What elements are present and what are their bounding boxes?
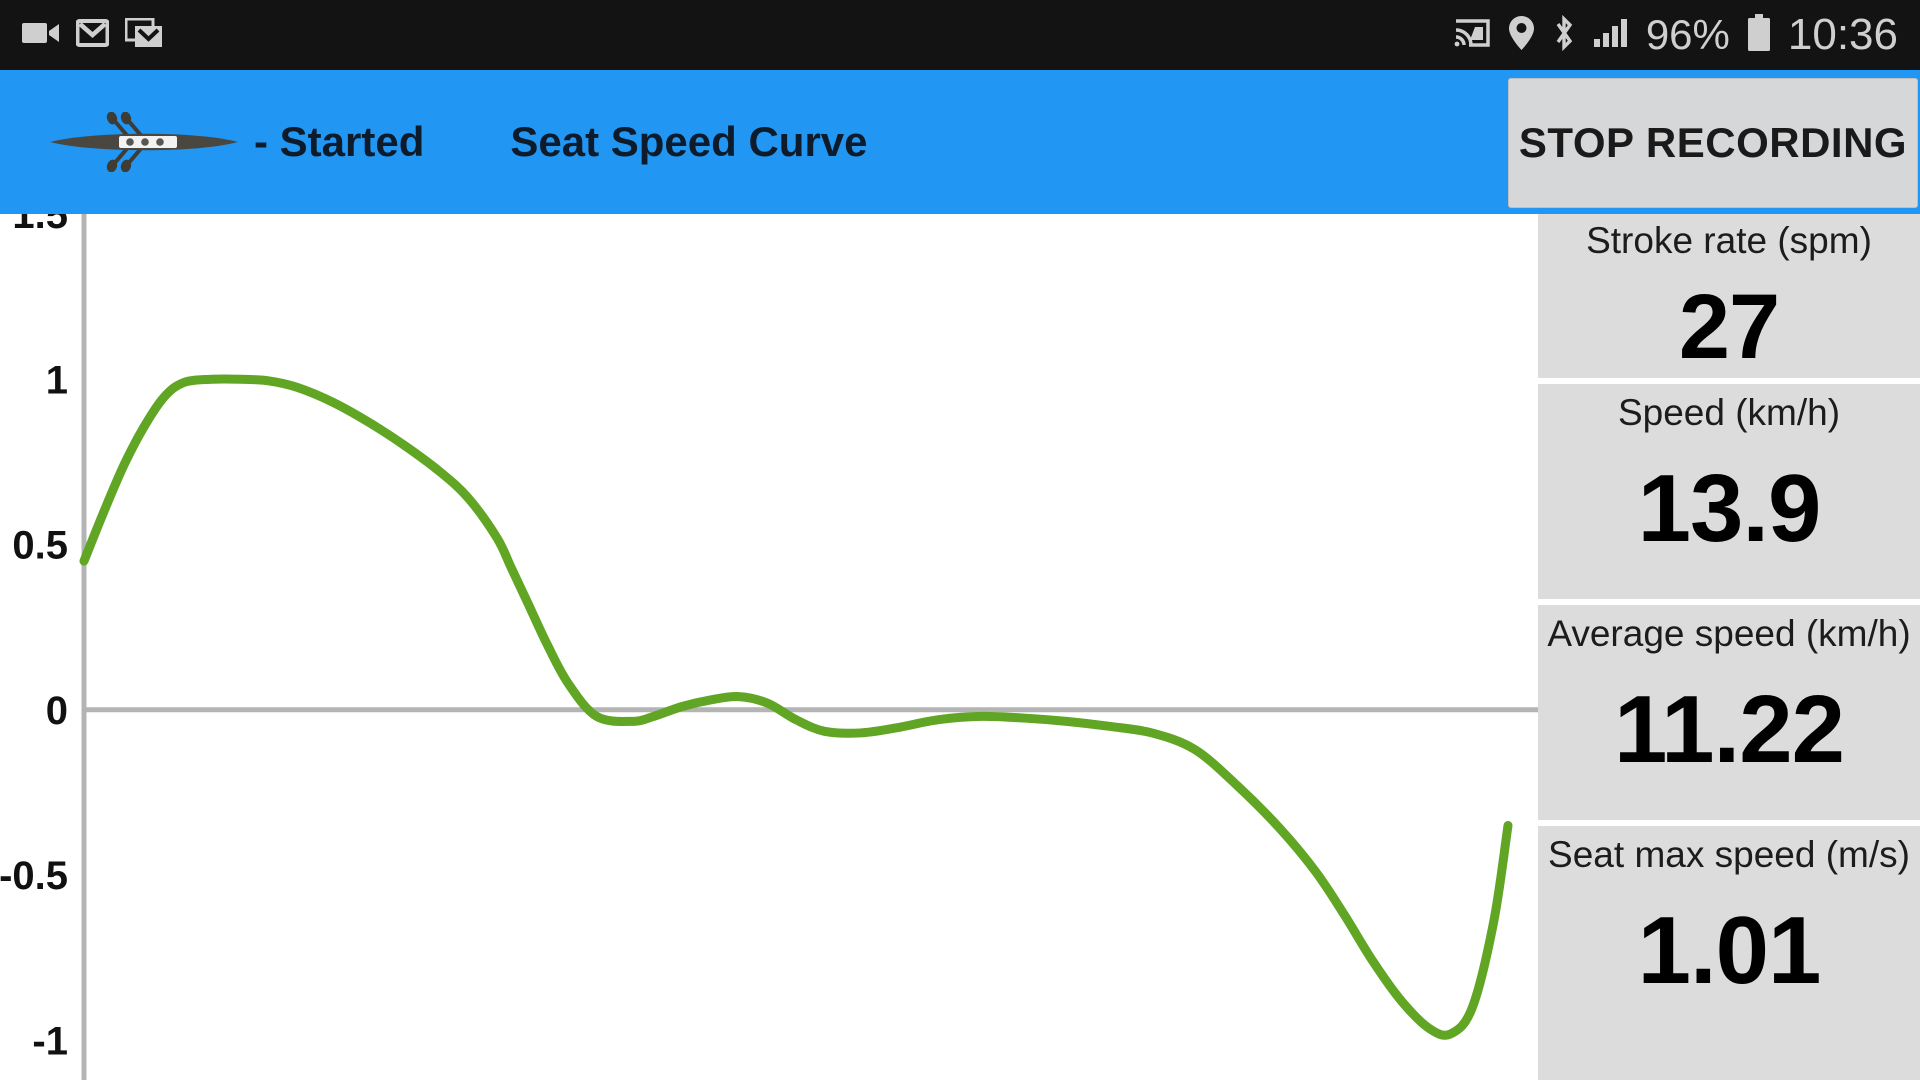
chart-y-tick-label: -0.5 [0,854,68,898]
metric-label: Stroke rate (spm) [1586,220,1872,261]
status-bar: 96% 10:36 [0,0,1920,70]
chart-y-tick-label: 1 [46,358,68,402]
page-title: Seat Speed Curve [510,118,868,165]
signal-bars-icon [1593,18,1629,53]
chart-y-tick-label: -1 [32,1019,68,1063]
metric-label: Average speed (km/h) [1547,612,1911,654]
metric-value: 27 [1678,276,1780,378]
seat-speed-chart[interactable]: 1.5 1 0.5 0 -0.5 -1 [0,214,1538,1080]
chart-canvas: 1.5 1 0.5 0 -0.5 -1 [0,214,1538,1080]
gmail-icon [75,18,110,52]
seat-speed-curve-line [79,374,1513,1040]
app-root: 96% 10:36 - Started Seat Speed Curve STO… [0,0,1920,1080]
cast-icon [1453,18,1491,53]
metric-label: Seat max speed (m/s) [1548,833,1910,875]
email-icon [124,17,163,53]
recording-status-label: - Started [254,118,425,165]
metric-label: Speed (km/h) [1617,391,1841,433]
metrics-panel: Stroke rate (spm) 27 Speed (km/h) 13.9 A… [1538,214,1920,1080]
metric-speed[interactable]: Speed (km/h) 13.9 [1538,383,1920,599]
status-bar-left-icons [0,17,163,53]
rowing-shell-icon [48,111,240,173]
app-bar: - Started Seat Speed Curve STOP RECORDIN… [0,70,1920,214]
metric-stroke-rate[interactable]: Stroke rate (spm) 27 [1538,214,1920,378]
stop-recording-button[interactable]: STOP RECORDING [1508,78,1918,208]
battery-percent-label: 96% [1645,11,1730,58]
video-camera-icon [22,19,60,52]
location-pin-icon [1508,15,1535,56]
battery-icon [1747,13,1771,57]
status-bar-right-icons: 96% 10:36 [1453,13,1920,57]
metric-value: 1.01 [1637,896,1822,1004]
bluetooth-icon [1552,14,1576,56]
status-bar-clock: 10:36 [1787,10,1898,59]
metric-seat-max-speed[interactable]: Seat max speed (m/s) 1.01 [1538,825,1920,1080]
chart-y-tick-label: 1.5 [12,214,68,237]
metric-value: 11.22 [1614,675,1845,783]
chart-y-tick-labels: 1.5 1 0.5 0 -0.5 -1 [0,214,68,1063]
chart-y-tick-label: 0.5 [12,524,68,568]
metric-average-speed[interactable]: Average speed (km/h) 11.22 [1538,604,1920,820]
metric-value: 13.9 [1637,454,1822,562]
chart-y-tick-label: 0 [46,689,68,733]
